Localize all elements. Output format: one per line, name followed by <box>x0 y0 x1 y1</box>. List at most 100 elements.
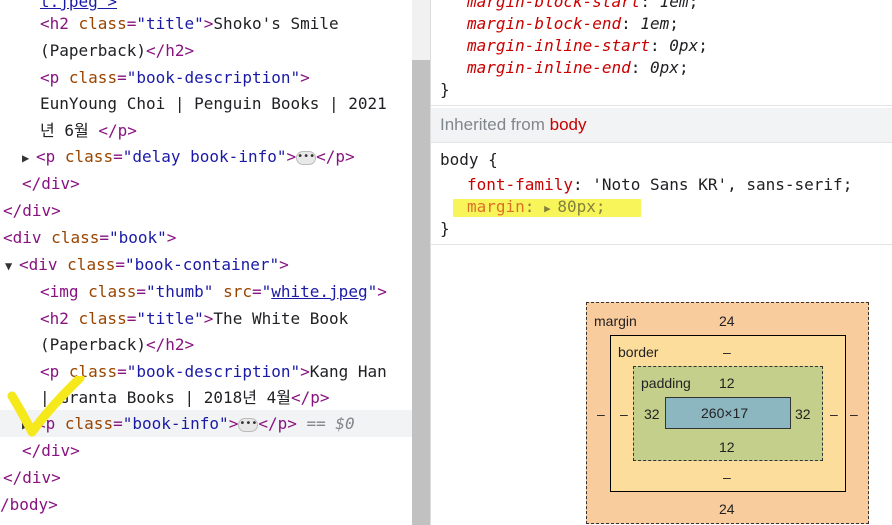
tag-close-bracket: > <box>300 362 310 381</box>
attr-name: class <box>78 14 127 33</box>
dom-line[interactable]: <p class="book-description"> <box>40 68 310 88</box>
dom-line[interactable]: </div> <box>3 468 61 488</box>
dom-line[interactable]: </div> <box>22 174 80 194</box>
property-value[interactable]: 80px <box>557 197 596 216</box>
tag-close: </div> <box>3 201 61 220</box>
padding-left-value[interactable]: 32 <box>644 406 660 422</box>
inherited-source-link[interactable]: body <box>550 115 587 134</box>
attr-name: class <box>64 147 114 166</box>
selected-marker: == $0 <box>306 414 355 433</box>
style-declaration[interactable]: font-family: 'Noto Sans KR', sans-serif; <box>467 175 852 195</box>
dom-line[interactable]: <p class="book-description">Kang Han <box>40 362 387 382</box>
style-declaration[interactable]: margin-block-start: 1em; <box>467 0 698 12</box>
style-declaration[interactable]: margin: ▶ 80px; <box>467 197 605 219</box>
attr-value: "book-description" <box>126 362 301 381</box>
property-value[interactable]: 1em <box>660 0 689 11</box>
border-right-value[interactable]: – <box>830 406 838 422</box>
property-name[interactable]: margin-block-end <box>467 14 621 33</box>
dom-line[interactable]: <h2 class="title">The White Book <box>40 309 348 329</box>
dom-line[interactable]: <h2 class="title">Shoko's Smile <box>40 14 339 34</box>
content-size[interactable]: 260×17 <box>701 405 748 421</box>
tag-open: <img <box>40 282 89 301</box>
text-node: (Paperback) <box>40 335 146 354</box>
box-model-border[interactable]: border – – – – padding 12 12 32 32 260×1… <box>610 335 846 492</box>
scrollbar-track <box>412 0 430 60</box>
dom-line[interactable]: (Paperback)</h2> <box>40 335 194 355</box>
margin-bottom-value[interactable]: 24 <box>719 501 735 517</box>
box-model-content[interactable]: 260×17 <box>665 397 791 429</box>
attr-eq: = <box>251 282 262 301</box>
attr-eq: = <box>136 282 146 301</box>
tag-close: </p> <box>258 414 297 433</box>
dom-line[interactable]: /body> <box>0 495 58 515</box>
tag-close-bracket: > <box>203 14 214 33</box>
tag-close-bracket: > <box>286 147 297 166</box>
dom-line[interactable]: </div> <box>3 201 61 221</box>
attr-eq: = <box>117 68 127 87</box>
padding-right-value[interactable]: 32 <box>795 406 811 422</box>
property-value[interactable]: 'Noto Sans KR', sans-serif <box>592 175 842 194</box>
margin-left-value[interactable]: – <box>597 406 605 422</box>
style-declaration[interactable]: margin-inline-end: 0px; <box>467 58 689 78</box>
tag-open: <h2 <box>40 14 79 33</box>
border-bottom-value[interactable]: – <box>723 469 731 485</box>
elements-panel: t.jpeg"> <h2 class="title">Shoko's Smile… <box>0 0 412 525</box>
margin-top-value[interactable]: 24 <box>719 313 735 329</box>
border-top-value[interactable]: – <box>723 344 731 360</box>
inherited-label: Inherited from <box>440 115 545 134</box>
padding-bottom-value[interactable]: 12 <box>719 439 735 455</box>
dom-line-partial[interactable]: t.jpeg"> <box>40 0 117 12</box>
attr-value: "delay book-info" <box>122 147 287 166</box>
dom-line[interactable]: (Paperback)</h2> <box>40 41 194 61</box>
dom-line[interactable]: ▼ <div class="book-container"> <box>5 255 289 276</box>
attr-eq: = <box>113 147 123 166</box>
expand-triangle-icon[interactable]: ▶ <box>544 202 557 215</box>
property-name[interactable]: margin-block-start <box>467 0 640 11</box>
dom-link[interactable]: t.jpeg"> <box>40 0 117 11</box>
tag-close-bracket: > <box>279 255 289 274</box>
scrollbar-thumb[interactable] <box>412 60 430 525</box>
body-close-brace: } <box>440 219 450 238</box>
box-model-margin[interactable]: margin 24 24 – – border – – – – padding … <box>586 302 869 524</box>
ellipsis-button[interactable]: ••• <box>296 150 317 165</box>
style-declaration[interactable]: margin-block-end: 1em; <box>467 14 679 34</box>
property-name[interactable]: margin <box>467 197 525 216</box>
tag-close: </p> <box>291 388 330 407</box>
body-selector[interactable]: body { <box>440 150 498 170</box>
src-link[interactable]: white.jpeg <box>271 282 367 301</box>
property-value[interactable]: 0px <box>669 36 698 55</box>
checkmark-annotation-icon <box>7 376 85 437</box>
attr-name: class <box>88 282 137 301</box>
dom-line[interactable]: EunYoung Choi | Penguin Books | 2021 <box>40 94 387 114</box>
dom-line[interactable]: <div class="book"> <box>3 228 176 248</box>
text-node: (Paperback) <box>40 41 146 60</box>
border-left-value[interactable]: – <box>620 406 628 422</box>
tag-close: </p> <box>98 121 137 140</box>
property-value[interactable]: 1em <box>640 14 669 33</box>
tag-open: <p <box>36 147 65 166</box>
margin-right-value[interactable]: – <box>850 406 858 422</box>
property-name[interactable]: margin-inline-start <box>467 36 650 55</box>
styles-panel: margin-block-start: 1em; margin-block-end… <box>430 0 892 525</box>
padding-top-value[interactable]: 12 <box>719 375 735 391</box>
dom-line[interactable]: 년 6월 </p> <box>40 121 137 141</box>
tag-close-bracket: > <box>300 68 310 87</box>
tag-close-bracket: > <box>166 228 177 247</box>
property-name[interactable]: margin-inline-end <box>467 58 631 77</box>
property-name[interactable]: font-family <box>467 175 573 194</box>
dom-line[interactable]: ▶ <p class="delay book-info">•••</p> <box>22 147 355 168</box>
expand-triangle-icon[interactable]: ▼ <box>5 256 19 276</box>
attr-name: class <box>78 309 127 328</box>
elements-scrollbar[interactable] <box>412 0 430 525</box>
dom-line[interactable]: <img class="thumb" src="white.jpeg"> <box>40 282 387 302</box>
attr-eq: = <box>115 255 125 274</box>
tag-open: <p <box>40 68 69 87</box>
expand-triangle-icon[interactable]: ▶ <box>22 148 36 168</box>
attr-name: class <box>67 255 116 274</box>
tag-close: </h2> <box>145 41 195 60</box>
ellipsis-button[interactable]: ••• <box>238 417 259 432</box>
box-model-padding[interactable]: padding 12 12 32 32 260×17 <box>633 366 823 461</box>
attr-value: "book-container" <box>124 255 280 274</box>
style-declaration[interactable]: margin-inline-start: 0px; <box>467 36 708 56</box>
property-value[interactable]: 0px <box>650 58 679 77</box>
